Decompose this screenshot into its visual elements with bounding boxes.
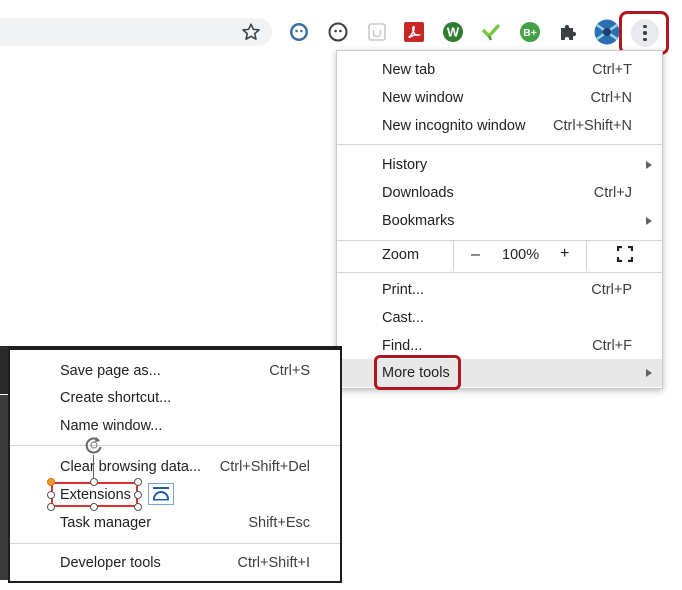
resize-handle[interactable] xyxy=(90,478,98,486)
ghost-face-icon[interactable] xyxy=(287,20,311,44)
submenu-arrow-icon xyxy=(646,217,652,225)
submenu-item-create-shortcut[interactable]: Create shortcut... xyxy=(10,384,340,412)
menu-item-label: Print... xyxy=(382,282,424,298)
b-plus-icon[interactable]: B+ xyxy=(518,20,542,44)
menu-item-shortcut: Ctrl+S xyxy=(269,363,310,379)
pdf-icon[interactable] xyxy=(402,20,426,44)
submenu-item-developer-tools[interactable]: Developer tools Ctrl+Shift+I xyxy=(10,549,340,577)
menu-item-shortcut: Ctrl+P xyxy=(591,282,632,298)
zoom-in-button[interactable]: + xyxy=(560,245,569,263)
resize-handle[interactable] xyxy=(47,491,55,499)
resize-handle[interactable] xyxy=(134,478,142,486)
menu-item-label: New tab xyxy=(382,62,436,78)
svg-text:B+: B+ xyxy=(523,27,537,39)
submenu-item-save-page[interactable]: Save page as... Ctrl+S xyxy=(10,357,340,385)
submenu-arrow-icon xyxy=(646,161,652,169)
background-edge xyxy=(0,346,8,394)
submenu-arrow-icon xyxy=(646,369,652,377)
square-face-icon[interactable] xyxy=(365,20,389,44)
menu-divider xyxy=(10,543,340,544)
more-tools-submenu: Save page as... Ctrl+S Create shortcut..… xyxy=(8,346,342,583)
menu-item-label: Cast... xyxy=(382,310,424,326)
zoom-row: Zoom – 100% + xyxy=(337,241,662,271)
menu-item-print[interactable]: Print... Ctrl+P xyxy=(337,276,662,304)
menu-item-label: Developer tools xyxy=(60,555,161,571)
menu-item-label: Name window... xyxy=(60,418,163,434)
menu-highlight-frame xyxy=(619,11,669,55)
menu-divider xyxy=(10,445,340,446)
menu-item-label: Save page as... xyxy=(60,363,161,379)
svg-text:W: W xyxy=(447,25,460,40)
rotate-handle-icon[interactable] xyxy=(84,435,104,455)
menu-item-label: New window xyxy=(382,90,464,106)
address-bar[interactable] xyxy=(0,18,272,46)
menu-item-history[interactable]: History xyxy=(337,151,662,179)
menu-item-shortcut: Ctrl+Shift+Del xyxy=(219,459,310,475)
resize-handle[interactable] xyxy=(134,503,142,511)
zoom-level: 100% xyxy=(502,247,540,263)
menu-item-shortcut: Ctrl+T xyxy=(592,62,632,78)
menu-item-shortcut: Ctrl+Shift+N xyxy=(553,118,632,134)
menu-item-new-incognito[interactable]: New incognito window Ctrl+Shift+N xyxy=(337,112,662,140)
menu-item-shortcut: Ctrl+J xyxy=(593,185,632,201)
menu-item-label: Bookmarks xyxy=(382,213,455,229)
kebab-menu-icon[interactable] xyxy=(631,19,659,47)
zoom-out-button[interactable]: – xyxy=(471,246,480,264)
submenu-item-clear-browsing[interactable]: Clear browsing data... Ctrl+Shift+Del xyxy=(10,453,340,481)
check-icon[interactable] xyxy=(479,20,503,44)
menu-item-shortcut: Ctrl+N xyxy=(590,90,633,106)
menu-item-label: History xyxy=(382,157,428,173)
menu-item-new-tab[interactable]: New tab Ctrl+T xyxy=(337,56,662,84)
menu-item-shortcut: Shift+Esc xyxy=(248,515,310,531)
chrome-main-menu: New tab Ctrl+T New window Ctrl+N New inc… xyxy=(336,50,663,389)
bookmark-star-icon[interactable] xyxy=(240,21,262,43)
submenu-item-name-window[interactable]: Name window... xyxy=(10,412,340,440)
fullscreen-cell xyxy=(586,241,663,271)
menu-item-shortcut: Ctrl+F xyxy=(592,338,632,354)
menu-divider xyxy=(337,272,662,273)
menu-item-label: Find... xyxy=(382,338,423,354)
layout-options-icon[interactable] xyxy=(148,483,174,505)
zoom-controls: – 100% + xyxy=(453,241,587,271)
puzzle-icon[interactable] xyxy=(556,20,580,44)
menu-item-label: Task manager xyxy=(60,515,152,531)
w-circle-icon[interactable]: W xyxy=(441,20,465,44)
menu-item-label: Clear browsing data... xyxy=(60,459,202,475)
zoom-label: Zoom xyxy=(382,247,420,263)
menu-item-downloads[interactable]: Downloads Ctrl+J xyxy=(337,179,662,207)
menu-item-label: Create shortcut... xyxy=(60,390,172,406)
background-edge xyxy=(0,395,8,580)
menu-item-bookmarks[interactable]: Bookmarks xyxy=(337,207,662,235)
avatar-icon[interactable] xyxy=(594,19,620,45)
menu-item-new-window[interactable]: New window Ctrl+N xyxy=(337,84,662,112)
more-tools-highlight-frame xyxy=(374,355,461,390)
resize-handle[interactable] xyxy=(134,491,142,499)
fullscreen-icon[interactable] xyxy=(617,246,633,262)
resize-handle[interactable] xyxy=(90,503,98,511)
menu-item-label: New incognito window xyxy=(382,118,526,134)
menu-divider xyxy=(337,144,662,145)
menu-item-label: Downloads xyxy=(382,185,454,201)
menu-item-cast[interactable]: Cast... xyxy=(337,304,662,332)
submenu-item-task-manager[interactable]: Task manager Shift+Esc xyxy=(10,509,340,537)
ghost-face-outline-icon[interactable] xyxy=(326,20,350,44)
menu-item-shortcut: Ctrl+Shift+I xyxy=(237,555,310,571)
resize-handle[interactable] xyxy=(47,478,55,486)
resize-handle[interactable] xyxy=(47,503,55,511)
